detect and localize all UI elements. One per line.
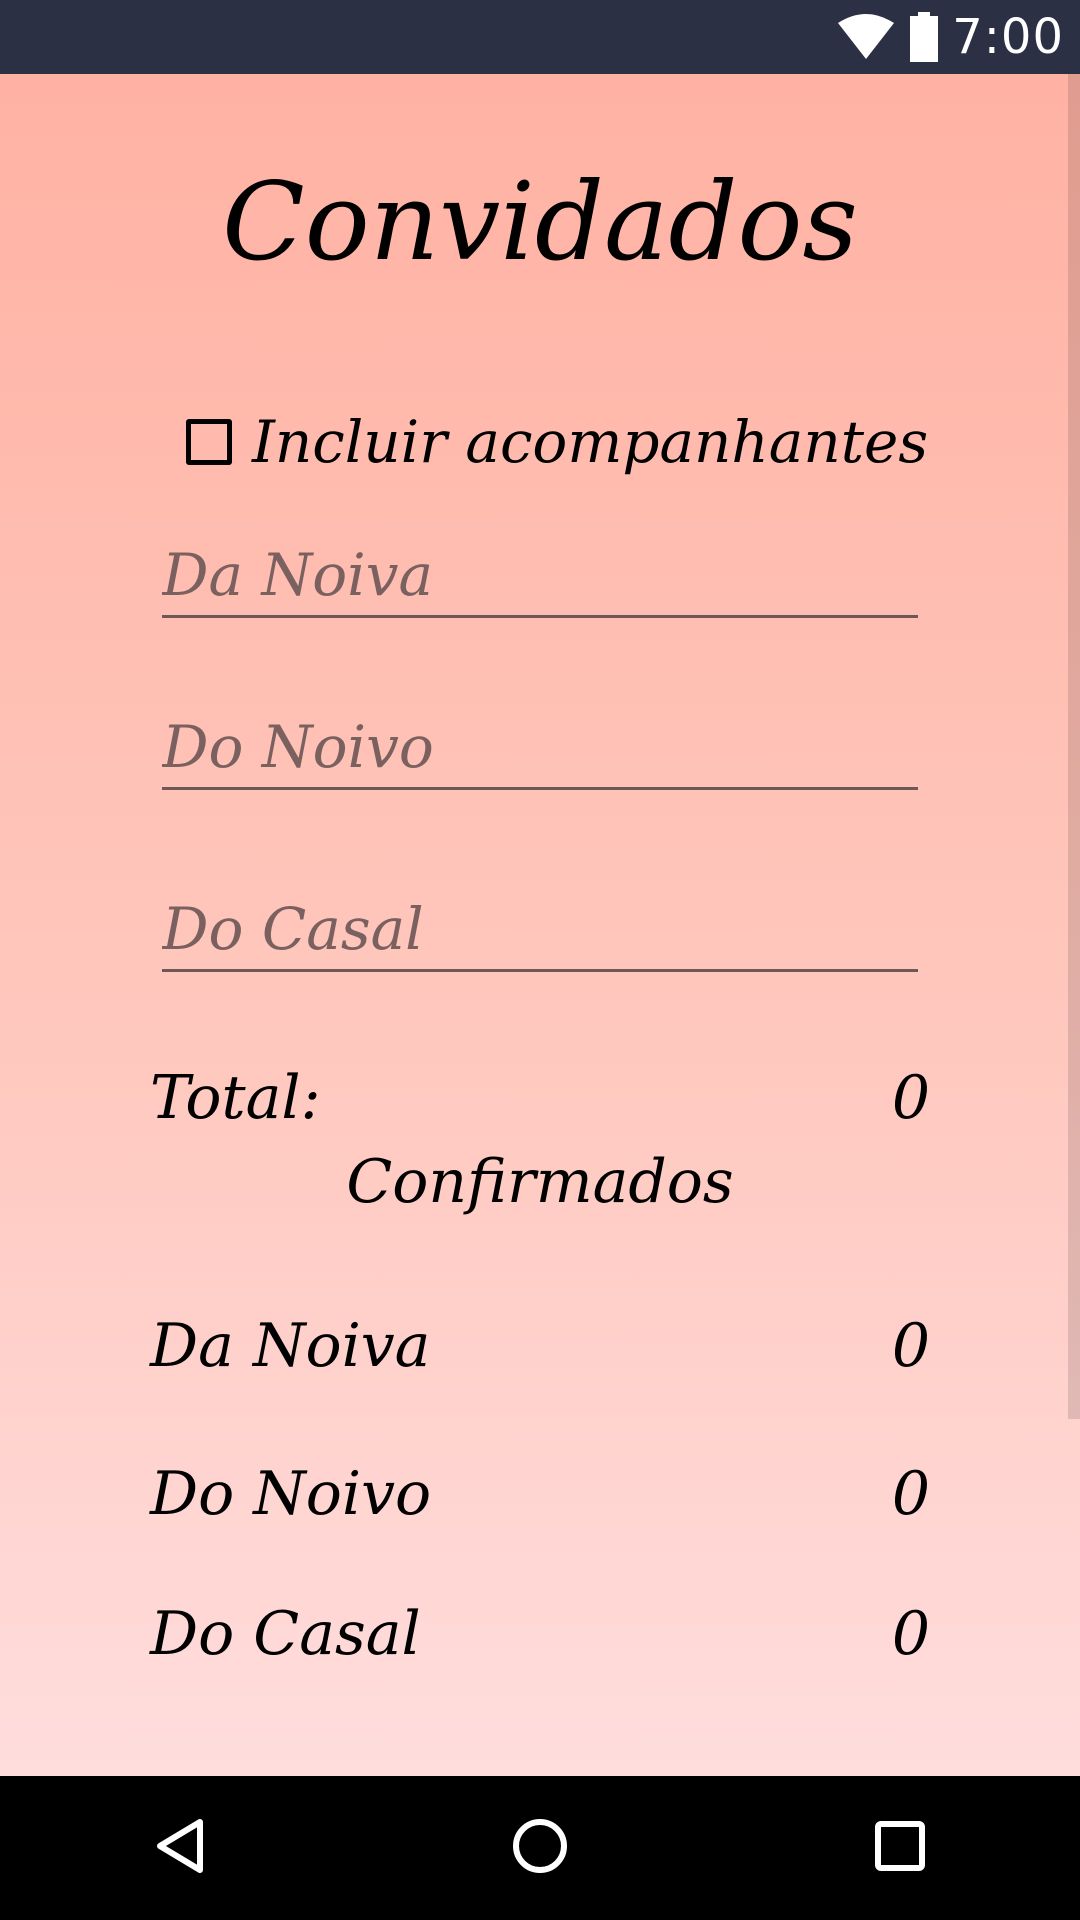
confirmed-label: Do Casal xyxy=(150,1599,421,1669)
total-label: Total: xyxy=(150,1063,321,1133)
include-companions-checkbox[interactable]: Incluir acompanhantes xyxy=(186,392,928,492)
back-icon xyxy=(152,1816,208,1880)
confirmed-heading: Confirmados xyxy=(346,1147,734,1217)
confirmed-label: Do Noivo xyxy=(150,1459,432,1529)
do-noivo-input[interactable] xyxy=(162,713,918,781)
status-icons: 7:00 xyxy=(836,0,1064,74)
back-button[interactable] xyxy=(90,1776,270,1920)
confirmed-value: 0 xyxy=(891,1311,930,1381)
do-casal-field[interactable] xyxy=(162,882,918,972)
status-time: 7:00 xyxy=(952,9,1064,65)
do-noivo-field[interactable] xyxy=(162,700,918,790)
home-icon xyxy=(510,1816,570,1880)
status-bar: 7:00 xyxy=(0,0,1080,74)
checkbox-box[interactable] xyxy=(186,419,232,465)
recents-icon xyxy=(872,1818,928,1878)
confirmed-row-do-casal: Do Casal 0 xyxy=(150,1594,930,1674)
page-title: Convidados xyxy=(222,160,858,285)
confirmed-label: Da Noiva xyxy=(150,1311,431,1381)
confirmed-value: 0 xyxy=(891,1599,930,1669)
navigation-bar xyxy=(0,1776,1080,1920)
total-value: 0 xyxy=(891,1063,930,1133)
home-button[interactable] xyxy=(450,1776,630,1920)
battery-icon xyxy=(908,12,940,62)
confirmed-value: 0 xyxy=(891,1459,930,1529)
da-noiva-field[interactable] xyxy=(162,528,918,618)
da-noiva-input[interactable] xyxy=(162,541,918,609)
wifi-icon xyxy=(836,13,896,61)
do-casal-input[interactable] xyxy=(162,895,918,963)
include-companions-label[interactable]: Incluir acompanhantes xyxy=(252,408,928,476)
recents-button[interactable] xyxy=(810,1776,990,1920)
confirmed-row-da-noiva: Da Noiva 0 xyxy=(150,1306,930,1386)
app-content: Convidados Incluir acompanhantes Total: … xyxy=(0,74,1080,1776)
total-row: Total: 0 xyxy=(150,1058,930,1138)
confirmed-row-do-noivo: Do Noivo 0 xyxy=(150,1454,930,1534)
